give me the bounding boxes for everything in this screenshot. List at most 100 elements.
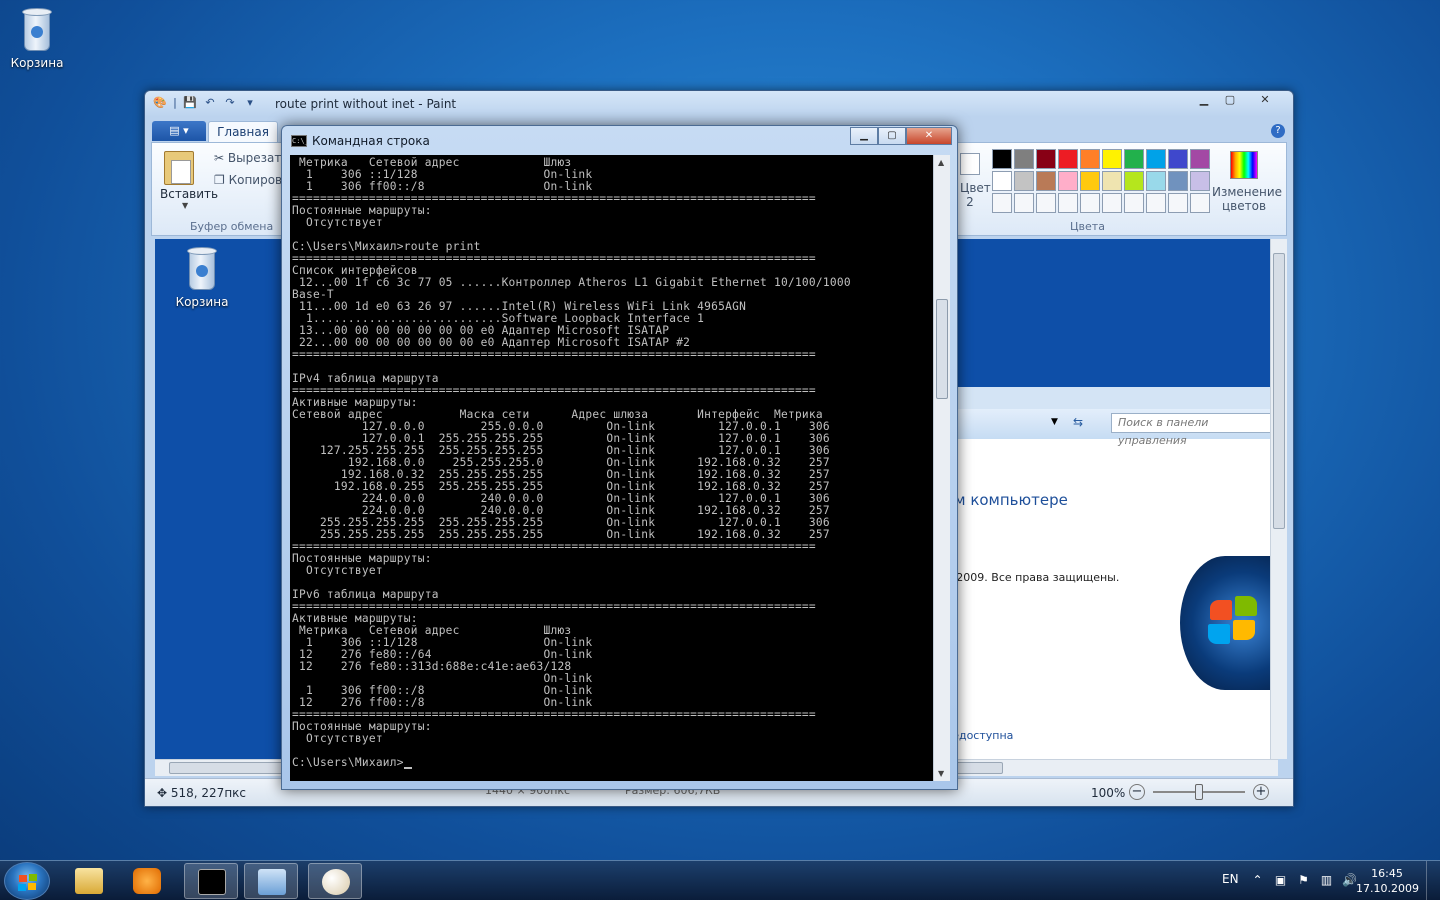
color-swatch[interactable] bbox=[1146, 171, 1166, 191]
close-button[interactable]: ✕ bbox=[1243, 91, 1287, 109]
cmd-vertical-scrollbar[interactable]: ▲ ▼ bbox=[933, 155, 950, 781]
zoom-in-button[interactable]: + bbox=[1253, 784, 1269, 800]
taskbar-explorer[interactable] bbox=[62, 863, 116, 899]
color-swatch[interactable] bbox=[1168, 149, 1188, 169]
color-swatch[interactable] bbox=[1190, 171, 1210, 191]
color-swatch[interactable] bbox=[1102, 193, 1122, 213]
color-swatch[interactable] bbox=[1146, 193, 1166, 213]
customize-qat-icon[interactable]: ▾ bbox=[243, 96, 257, 110]
scroll-down-arrow[interactable]: ▼ bbox=[938, 769, 944, 778]
paint-palette-icon bbox=[322, 869, 350, 895]
color-swatch[interactable] bbox=[1058, 149, 1078, 169]
console-output[interactable]: Метрика Сетевой адрес Шлюз 1 306 ::1/128… bbox=[290, 155, 933, 781]
paste-icon[interactable] bbox=[164, 151, 194, 185]
cut-button[interactable]: ✂ Вырезать bbox=[214, 151, 288, 165]
paint-titlebar[interactable]: 🎨 | 💾 ↶ ↷ ▾ route print without inet - P… bbox=[145, 91, 1293, 117]
action-center-icon[interactable]: ⚑ bbox=[1296, 873, 1311, 888]
language-indicator[interactable]: EN bbox=[1222, 872, 1239, 886]
zoom-slider-knob[interactable] bbox=[1195, 784, 1203, 800]
color-swatch[interactable] bbox=[992, 171, 1012, 191]
cmd-icon[interactable]: C:\_ bbox=[291, 135, 309, 147]
console-line: Отсутствует bbox=[292, 216, 383, 229]
color-swatch[interactable] bbox=[1102, 149, 1122, 169]
color2-swatch[interactable] bbox=[960, 153, 980, 175]
system-tray: ⌃ ▣ ⚑ ▥ 🔊 bbox=[1250, 873, 1357, 888]
color-swatch[interactable] bbox=[1014, 171, 1034, 191]
taskbar-cmd[interactable] bbox=[184, 863, 238, 899]
color-swatch[interactable] bbox=[1036, 193, 1056, 213]
color-swatch[interactable] bbox=[1146, 149, 1166, 169]
canvas-heading: ем компьютере bbox=[945, 491, 1068, 509]
console-line: Постоянные маршруты: bbox=[292, 204, 432, 217]
color-swatch[interactable] bbox=[1168, 171, 1188, 191]
save-icon[interactable]: 💾 bbox=[183, 96, 197, 110]
copy-icon: ❐ bbox=[214, 173, 229, 187]
maximize-button[interactable]: ▢ bbox=[878, 127, 906, 145]
close-button[interactable]: ✕ bbox=[906, 127, 952, 145]
taskbar-paint[interactable] bbox=[308, 863, 362, 899]
recycle-bin-desktop-icon[interactable]: Корзина bbox=[2, 8, 72, 70]
console-line: 12...00 1f c6 3c 77 05 ......Контроллер … bbox=[292, 276, 851, 289]
taskbar-control-panel[interactable] bbox=[244, 863, 298, 899]
rainbow-icon bbox=[1230, 151, 1258, 179]
taskbar-media-player[interactable] bbox=[120, 863, 174, 899]
console-prompt[interactable]: C:\Users\Михаил> bbox=[292, 757, 933, 769]
color-swatch[interactable] bbox=[1080, 171, 1100, 191]
paint-app-icon[interactable]: 🎨 bbox=[153, 96, 167, 110]
color-swatch[interactable] bbox=[1058, 193, 1078, 213]
paint-vertical-scrollbar[interactable] bbox=[1270, 239, 1287, 759]
logo-flag-red bbox=[1210, 600, 1232, 620]
volume-icon[interactable]: 🔊 bbox=[1342, 873, 1357, 888]
console-line: Отсутствует bbox=[292, 732, 383, 745]
file-menu-tab[interactable]: ▤ ▾ bbox=[152, 121, 206, 141]
color-swatch[interactable] bbox=[1014, 193, 1034, 213]
color-swatch[interactable] bbox=[992, 193, 1012, 213]
color-swatch[interactable] bbox=[1124, 193, 1144, 213]
color-swatch[interactable] bbox=[1080, 149, 1100, 169]
color-swatch[interactable] bbox=[1190, 149, 1210, 169]
color-swatch[interactable] bbox=[1036, 149, 1056, 169]
start-button[interactable] bbox=[4, 862, 50, 900]
minimize-button[interactable]: ▁ bbox=[850, 127, 878, 145]
color-swatch[interactable] bbox=[1124, 171, 1144, 191]
maximize-button[interactable]: ▢ bbox=[1217, 91, 1243, 109]
scroll-thumb[interactable] bbox=[1273, 253, 1285, 529]
color-swatch[interactable] bbox=[1058, 171, 1078, 191]
scroll-up-arrow[interactable]: ▲ bbox=[938, 158, 944, 167]
zoom-out-button[interactable]: − bbox=[1129, 784, 1145, 800]
clock-time: 16:45 bbox=[1371, 867, 1403, 880]
color-swatch[interactable] bbox=[1124, 149, 1144, 169]
network-icon[interactable]: ▥ bbox=[1319, 873, 1334, 888]
color-swatch[interactable] bbox=[1168, 193, 1188, 213]
tray-arrow-icon[interactable]: ⌃ bbox=[1250, 873, 1265, 888]
undo-icon[interactable]: ↶ bbox=[203, 96, 217, 110]
refresh-icon: ⇆ bbox=[1073, 415, 1084, 429]
minimize-button[interactable]: ▁ bbox=[1191, 91, 1217, 109]
zoom-level: 100% bbox=[1091, 786, 1126, 800]
color-swatch[interactable] bbox=[1190, 193, 1210, 213]
color-swatch[interactable] bbox=[1102, 171, 1122, 191]
edit-colors-button[interactable]: Изменение цветов bbox=[1212, 151, 1282, 213]
color-swatch[interactable] bbox=[992, 149, 1012, 169]
zoom-slider[interactable]: − + bbox=[1129, 784, 1269, 800]
color-swatch[interactable] bbox=[1080, 193, 1100, 213]
paste-button[interactable]: Вставить bbox=[160, 187, 218, 201]
console-line: ========================================… bbox=[292, 348, 816, 361]
color-swatch[interactable] bbox=[1014, 149, 1034, 169]
devices-icon[interactable]: ▣ bbox=[1273, 873, 1288, 888]
quick-access-toolbar: 🎨 | 💾 ↶ ↷ ▾ bbox=[153, 96, 257, 110]
clock[interactable]: 16:45 17.10.2009 bbox=[1356, 866, 1419, 896]
prompt-text: C:\Users\Михаил> bbox=[292, 756, 404, 769]
help-icon[interactable]: ? bbox=[1271, 124, 1285, 138]
scroll-thumb[interactable] bbox=[936, 299, 948, 399]
paste-dropdown-arrow[interactable]: ▼ bbox=[182, 201, 188, 210]
redo-icon[interactable]: ↷ bbox=[223, 96, 237, 110]
cmd-titlebar[interactable]: C:\_ Командная строка ▁ ▢ ✕ bbox=[282, 126, 957, 154]
paint-title: route print without inet - Paint bbox=[275, 97, 457, 111]
show-desktop-button[interactable] bbox=[1426, 861, 1440, 900]
dropdown-arrow-icon: ▼ bbox=[1051, 417, 1058, 427]
color2-button[interactable]: Цвет 2 bbox=[960, 181, 991, 209]
color-swatch[interactable] bbox=[1036, 171, 1056, 191]
windows-logo bbox=[1180, 556, 1270, 690]
tab-home[interactable]: Главная bbox=[208, 121, 278, 143]
